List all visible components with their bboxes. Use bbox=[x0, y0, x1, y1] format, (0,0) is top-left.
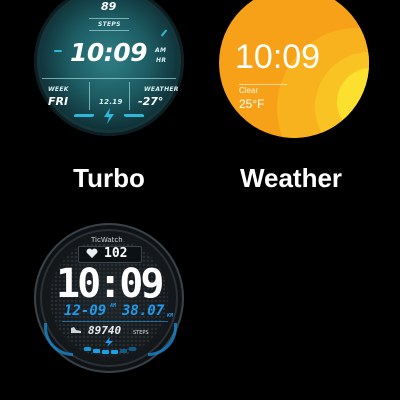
weather-time: 10:09 bbox=[235, 38, 321, 76]
turbo-divider bbox=[89, 18, 129, 19]
progress-tick bbox=[102, 350, 109, 354]
turbo-temp: -27° bbox=[138, 95, 164, 108]
weather-face-tile[interactable]: 10:09 Clear 25°F bbox=[219, 0, 369, 142]
turbo-accent-mark bbox=[73, 114, 95, 117]
ticwatch-distance: 38.07 bbox=[122, 303, 165, 319]
turbo-separator bbox=[42, 78, 176, 79]
turbo-steps-label: STEPS bbox=[98, 21, 121, 28]
turbo-ampm: AM bbox=[155, 47, 167, 54]
turbo-date: 12.19 bbox=[99, 98, 123, 106]
turbo-separator bbox=[89, 82, 90, 110]
lightning-bolt-icon bbox=[105, 337, 113, 347]
heart-icon bbox=[86, 248, 98, 258]
ticwatch-brand: TicWatch bbox=[91, 236, 123, 244]
weather-divider bbox=[239, 84, 287, 85]
turbo-accent-mark bbox=[54, 50, 62, 52]
ticwatch-ampm: AM bbox=[110, 303, 117, 309]
heart-rate-value: 102 bbox=[104, 246, 128, 261]
ticwatch-steps-label: STEPS bbox=[133, 330, 149, 336]
progress-tick bbox=[93, 349, 100, 353]
weather-condition: Clear bbox=[239, 86, 259, 95]
turbo-divider bbox=[89, 30, 129, 31]
weather-watch-face: 10:09 Clear 25°F bbox=[219, 0, 369, 138]
turbo-accent-mark bbox=[123, 114, 145, 117]
turbo-steps-value: 89 bbox=[101, 0, 117, 13]
progress-tick bbox=[120, 349, 127, 353]
turbo-separator bbox=[129, 82, 130, 110]
turbo-week-label: WEEK bbox=[48, 86, 69, 93]
ticwatch-glow-arc bbox=[148, 323, 177, 356]
progress-tick bbox=[129, 347, 136, 351]
turbo-face-tile[interactable]: 89 STEPS 10:09 AM HR WEEK FRI 12.19 WEAT… bbox=[34, 0, 184, 142]
ticwatch-glow-arc bbox=[44, 323, 73, 356]
turbo-watch-face: 89 STEPS 10:09 AM HR WEEK FRI 12.19 WEAT… bbox=[34, 0, 184, 136]
ticwatch-face-tile[interactable]: TicWatch 102 10:09 12-09 AM 38.07 KM 897… bbox=[34, 223, 184, 373]
ticwatch-steps: 89740 bbox=[88, 324, 122, 337]
progress-tick bbox=[84, 347, 91, 351]
turbo-weather-label: WEATHER bbox=[144, 86, 179, 93]
face-label-weather[interactable]: Weather bbox=[216, 163, 366, 194]
ticwatch-distance-unit: KM bbox=[167, 313, 174, 319]
ticwatch-time: 10:09 bbox=[56, 261, 164, 307]
ticwatch-date: 12-09 bbox=[64, 303, 107, 319]
turbo-time: 10:09 bbox=[70, 38, 148, 67]
ticwatch-divider bbox=[62, 321, 168, 322]
lightning-bolt-icon bbox=[104, 108, 114, 124]
turbo-hr: HR bbox=[156, 57, 167, 64]
turbo-day: FRI bbox=[48, 95, 69, 108]
progress-tick bbox=[111, 350, 118, 354]
face-label-turbo[interactable]: Turbo bbox=[34, 163, 184, 194]
weather-temp: 25°F bbox=[239, 97, 265, 111]
turbo-accent-mark bbox=[160, 29, 168, 37]
